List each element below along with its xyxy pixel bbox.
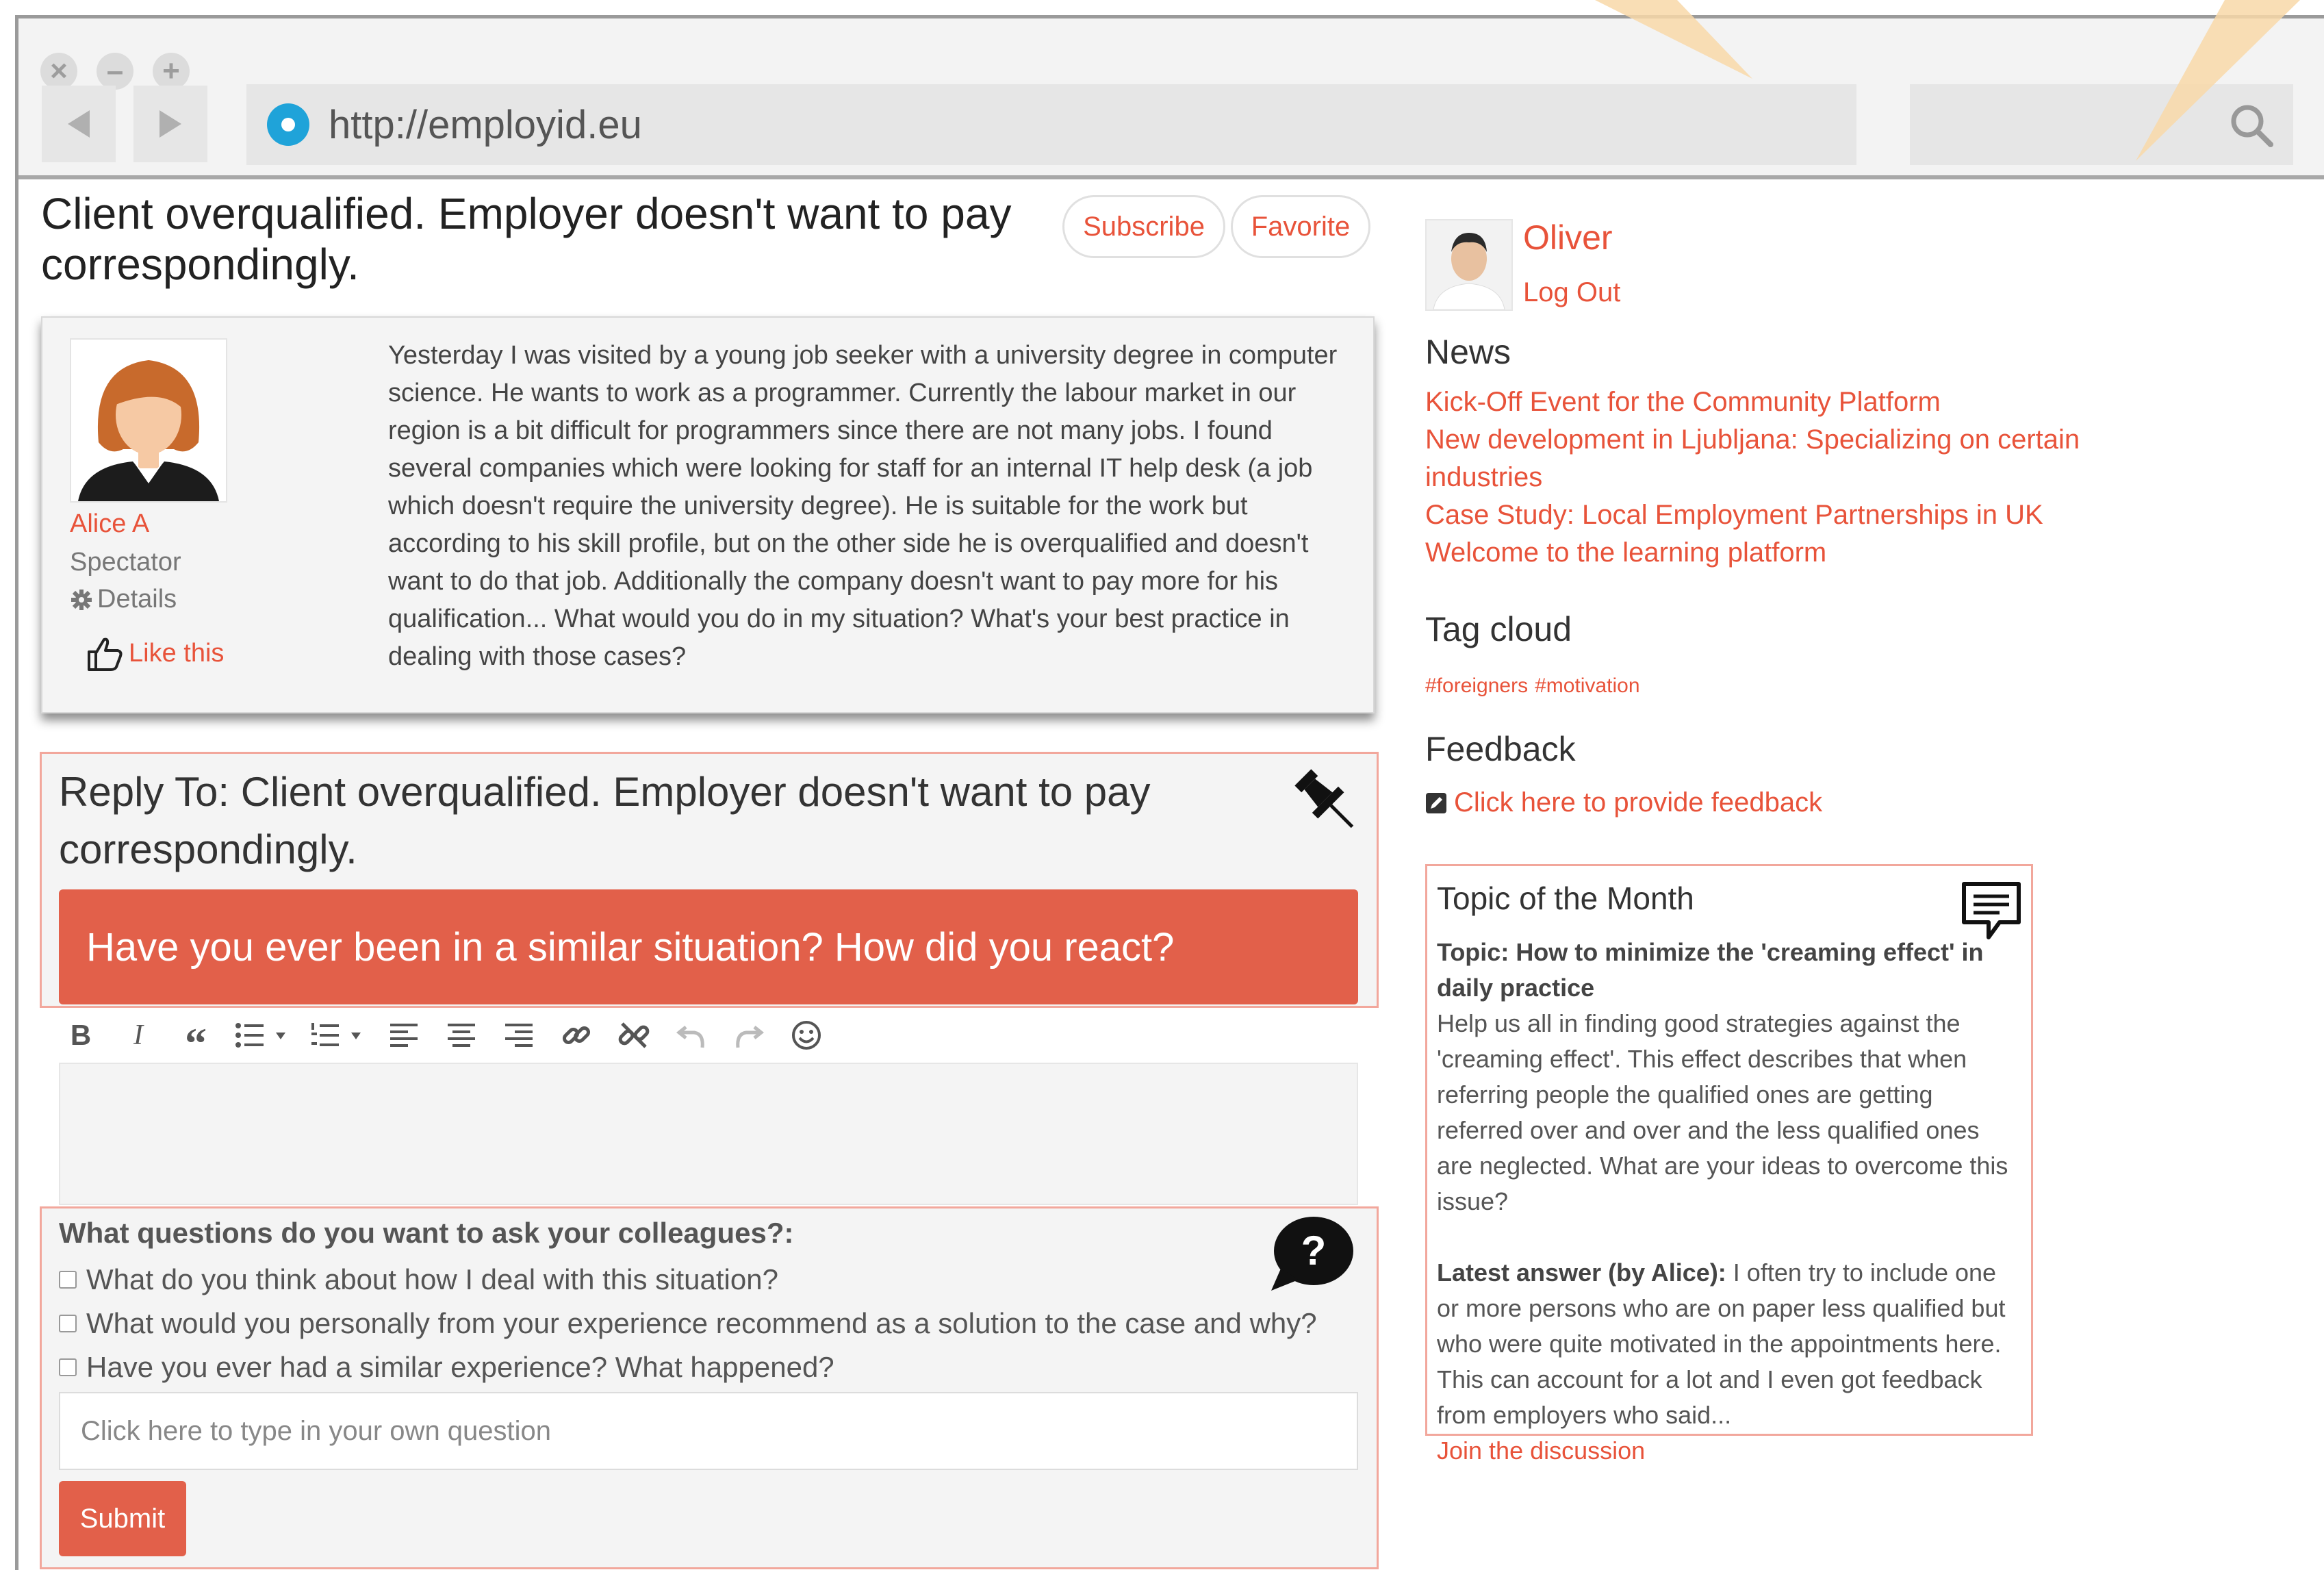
question-option[interactable]: Have you ever had a similar experience? … xyxy=(59,1351,834,1384)
reply-editor[interactable] xyxy=(59,1063,1358,1205)
minimize-icon[interactable]: – xyxy=(97,53,133,90)
align-right-button[interactable] xyxy=(497,1013,541,1057)
back-button[interactable] xyxy=(42,86,116,162)
unlink-button[interactable] xyxy=(612,1013,656,1057)
undo-button[interactable] xyxy=(669,1013,713,1057)
feedback-heading: Feedback xyxy=(1425,730,1576,768)
like-button[interactable]: Like this xyxy=(85,634,224,672)
smiley-icon xyxy=(792,1021,821,1050)
male-avatar-icon xyxy=(1427,220,1511,310)
avatar xyxy=(70,338,227,503)
bullet-list-button[interactable] xyxy=(231,1013,293,1057)
gear-icon xyxy=(71,589,92,610)
bold-button[interactable]: B xyxy=(59,1013,103,1057)
question-checkbox[interactable] xyxy=(59,1358,77,1376)
link-icon xyxy=(562,1026,591,1045)
feedback-link-label: Click here to provide feedback xyxy=(1454,787,1823,818)
news-item[interactable]: Welcome to the learning platform xyxy=(1425,534,2110,572)
editor-toolbar: B I “ xyxy=(59,1008,1359,1067)
unlink-icon xyxy=(618,1022,650,1048)
align-right-icon xyxy=(505,1024,533,1047)
page-title: Client overqualified. Employer doesn't w… xyxy=(41,189,1012,289)
align-center-button[interactable] xyxy=(439,1013,483,1057)
link-button[interactable] xyxy=(554,1013,598,1057)
questions-box: What questions do you want to ask your c… xyxy=(40,1206,1379,1569)
align-center-icon xyxy=(448,1024,475,1047)
join-discussion-link[interactable]: Join the discussion xyxy=(1437,1433,2019,1469)
question-checkbox[interactable] xyxy=(59,1271,77,1289)
tag-cloud: #foreigners #motivation xyxy=(1425,674,1640,698)
align-left-button[interactable] xyxy=(382,1013,426,1057)
undo-icon xyxy=(676,1026,704,1048)
svg-text:?: ? xyxy=(1301,1228,1327,1274)
redo-icon xyxy=(736,1026,764,1048)
prompt-banner: Have you ever been in a similar situatio… xyxy=(59,889,1358,1004)
site-icon xyxy=(267,103,309,146)
numbered-list-icon xyxy=(311,1023,361,1046)
topic-of-month-body: Topic: How to minimize the 'creaming eff… xyxy=(1437,935,2019,1469)
feedback-link[interactable]: Click here to provide feedback xyxy=(1425,787,1822,818)
numbered-list-button[interactable] xyxy=(307,1013,368,1057)
user-avatar[interactable] xyxy=(1425,219,1513,311)
question-option[interactable]: What would you personally from your expe… xyxy=(59,1307,1317,1340)
question-bubble-icon: ? xyxy=(1271,1217,1353,1291)
blockquote-button[interactable]: “ xyxy=(174,1013,218,1067)
decorative-ray xyxy=(1595,0,1752,79)
thumbs-up-icon xyxy=(88,637,123,671)
bullet-list-icon xyxy=(235,1023,285,1048)
latest-answer-label: Latest answer (by Alice): xyxy=(1437,1258,1726,1287)
author-details-link[interactable]: Details xyxy=(70,585,177,614)
news-item[interactable]: Case Study: Local Employment Partnership… xyxy=(1425,496,2110,534)
topic-of-month-description: Help us all in finding good strategies a… xyxy=(1437,1009,2008,1215)
news-item[interactable]: New development in Ljubljana: Specializi… xyxy=(1425,421,2110,496)
topic-of-month-topic: Topic: How to minimize the 'creaming eff… xyxy=(1437,938,1984,1002)
maximize-icon[interactable]: + xyxy=(153,53,190,90)
news-list: Kick-Off Event for the Community Platfor… xyxy=(1425,383,2110,572)
topic-of-month-box: Topic of the Month Topic: How to minimiz… xyxy=(1425,864,2033,1465)
question-checkbox[interactable] xyxy=(59,1315,77,1332)
own-question-input[interactable]: Click here to type in your own question xyxy=(59,1392,1358,1470)
forward-button[interactable] xyxy=(133,86,207,162)
favorite-button[interactable]: Favorite xyxy=(1231,195,1370,258)
emoji-button[interactable] xyxy=(784,1013,828,1057)
news-item[interactable]: Kick-Off Event for the Community Platfor… xyxy=(1425,383,2110,421)
question-option-label: What would you personally from your expe… xyxy=(86,1307,1317,1339)
tag-cloud-heading: Tag cloud xyxy=(1425,610,1572,648)
logout-link[interactable]: Log Out xyxy=(1523,277,1620,308)
subscribe-button[interactable]: Subscribe xyxy=(1062,195,1225,258)
arrow-left-icon xyxy=(68,110,90,138)
details-label: Details xyxy=(97,585,177,613)
pushpin-icon[interactable] xyxy=(1289,763,1364,839)
edit-icon xyxy=(1426,792,1446,813)
author-role: Spectator xyxy=(70,548,181,577)
submit-button[interactable]: Submit xyxy=(59,1481,186,1556)
italic-button[interactable]: I xyxy=(116,1013,160,1057)
arrow-right-icon xyxy=(159,110,181,138)
chat-bubble-icon xyxy=(1962,882,2021,939)
news-heading: News xyxy=(1425,333,1511,371)
align-left-icon xyxy=(390,1024,418,1047)
reply-title: Reply To: Client overqualified. Employer… xyxy=(59,769,1151,872)
address-bar[interactable]: http://employid.eu xyxy=(246,84,1856,165)
url-text: http://employid.eu xyxy=(329,102,642,147)
questions-heading: What questions do you want to ask your c… xyxy=(59,1217,794,1249)
female-avatar-icon xyxy=(71,340,226,501)
topic-of-month-title: Topic of the Month xyxy=(1437,881,1694,916)
post-body: Yesterday I was visited by a young job s… xyxy=(388,341,1338,671)
question-option-label: Have you ever had a similar experience? … xyxy=(86,1351,834,1383)
decorative-ray xyxy=(2136,0,2300,161)
latest-answer: Latest answer (by Alice): I often try to… xyxy=(1437,1255,2019,1433)
like-label: Like this xyxy=(129,638,225,668)
question-option-label: What do you think about how I deal with … xyxy=(86,1263,778,1295)
redo-button[interactable] xyxy=(727,1013,771,1057)
tag-link[interactable]: #foreigners xyxy=(1425,674,1528,698)
user-name[interactable]: Oliver xyxy=(1523,218,1613,257)
author-name[interactable]: Alice A xyxy=(70,509,149,539)
tag-link[interactable]: #motivation xyxy=(1535,674,1639,698)
close-icon[interactable]: × xyxy=(40,53,77,90)
browser-toolbar: × – + http://employid.eu xyxy=(18,18,2324,179)
question-option[interactable]: What do you think about how I deal with … xyxy=(59,1263,778,1296)
reply-box: Reply To: Client overqualified. Employer… xyxy=(40,752,1379,1008)
post-card: Alice A Spectator Details Like this Yest… xyxy=(41,316,1375,713)
